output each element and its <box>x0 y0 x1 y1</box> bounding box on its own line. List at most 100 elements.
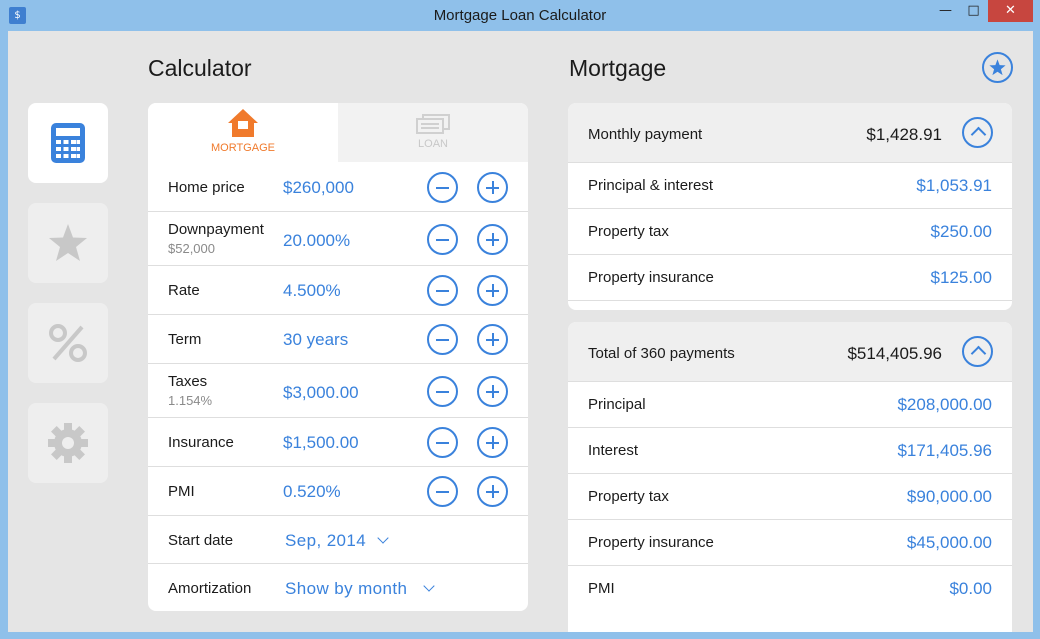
downpayment-row: Downpayment $52,000 20.000% <box>148 212 528 266</box>
star-icon <box>989 59 1006 76</box>
pmi-value[interactable]: 0.520% <box>283 482 341 502</box>
start-date-row: Start date Sep, 2014 <box>148 516 528 564</box>
home-price-row: Home price $260,000 <box>148 162 528 212</box>
sidebar-item-calculator[interactable] <box>28 103 108 183</box>
close-button[interactable]: ✕ <box>988 0 1033 22</box>
money-icon <box>416 114 450 134</box>
total-row-property-insurance: Property insurance $45,000.00 <box>568 520 1012 566</box>
term-decrease-button[interactable] <box>427 324 458 355</box>
sidebar-item-favorites[interactable] <box>28 203 108 283</box>
monthly-row-principal-interest: Principal & interest $1,053.91 <box>568 163 1012 209</box>
tab-loan[interactable]: LOAN <box>338 103 528 162</box>
taxes-row: Taxes 1.154% $3,000.00 <box>148 364 528 418</box>
minimize-button[interactable]: — <box>932 0 959 22</box>
total-row-interest: Interest $171,405.96 <box>568 428 1012 474</box>
calculator-heading: Calculator <box>148 55 252 81</box>
house-icon <box>228 109 258 137</box>
maximize-button[interactable]: □ <box>960 0 987 22</box>
row-value: $90,000.00 <box>906 487 992 506</box>
total-collapse-button[interactable] <box>962 336 993 367</box>
window-title: Mortgage Loan Calculator <box>433 7 607 24</box>
pmi-decrease-button[interactable] <box>427 476 458 507</box>
term-row: Term 30 years <box>148 315 528 364</box>
downpayment-decrease-button[interactable] <box>427 224 458 255</box>
mortgage-heading: Mortgage <box>569 55 667 81</box>
taxes-increase-button[interactable] <box>477 376 508 407</box>
tab-mortgage-label: MORTGAGE <box>211 142 275 154</box>
row-label: PMI <box>588 580 615 597</box>
home-price-decrease-button[interactable] <box>427 172 458 203</box>
total-row-principal: Principal $208,000.00 <box>568 382 1012 428</box>
pmi-label: PMI <box>168 483 195 500</box>
total-row-property-tax: Property tax $90,000.00 <box>568 474 1012 520</box>
monthly-payment-label: Monthly payment <box>588 126 703 143</box>
amortization-dropdown[interactable]: Show by month <box>285 579 407 599</box>
row-label: Property tax <box>588 223 669 240</box>
amortization-label: Amortization <box>168 580 252 597</box>
calculator-panel: MORTGAGE LOAN Home price $260,000 Downpa… <box>148 103 528 611</box>
row-label: Interest <box>588 442 639 459</box>
monthly-row-property-tax: Property tax $250.00 <box>568 209 1012 255</box>
downpayment-increase-button[interactable] <box>477 224 508 255</box>
percent-icon <box>49 324 87 362</box>
term-value[interactable]: 30 years <box>283 330 348 350</box>
pmi-increase-button[interactable] <box>477 476 508 507</box>
sidebar-item-rates[interactable] <box>28 303 108 383</box>
app-body: Calculator MORTGAGE LOAN Home price $260… <box>8 31 1033 632</box>
monthly-row-property-insurance: Property insurance $125.00 <box>568 255 1012 301</box>
insurance-value[interactable]: $1,500.00 <box>283 433 359 453</box>
row-value: $171,405.96 <box>897 441 992 460</box>
downpayment-value[interactable]: 20.000% <box>283 231 350 251</box>
rate-value[interactable]: 4.500% <box>283 281 341 301</box>
total-payments-label: Total of 360 payments <box>588 345 735 362</box>
total-payments-card: Total of 360 payments $514,405.96 Princi… <box>568 322 1012 632</box>
rate-increase-button[interactable] <box>477 275 508 306</box>
rate-decrease-button[interactable] <box>427 275 458 306</box>
monthly-collapse-button[interactable] <box>962 117 993 148</box>
pmi-row: PMI 0.520% <box>148 467 528 516</box>
row-value: $250.00 <box>930 222 992 241</box>
taxes-label: Taxes <box>168 373 208 390</box>
chevron-down-icon[interactable] <box>377 532 389 544</box>
amortization-row: Amortization Show by month <box>148 564 528 611</box>
row-label: Property insurance <box>588 269 714 286</box>
insurance-decrease-button[interactable] <box>427 427 458 458</box>
total-payments-header: Total of 360 payments $514,405.96 <box>568 322 1012 382</box>
insurance-increase-button[interactable] <box>477 427 508 458</box>
row-label: Principal <box>588 396 646 413</box>
add-favorite-button[interactable] <box>982 52 1013 83</box>
row-label: Property insurance <box>588 534 714 551</box>
rate-label: Rate <box>168 282 200 299</box>
insurance-row: Insurance $1,500.00 <box>148 418 528 467</box>
sidebar-item-settings[interactable] <box>28 403 108 483</box>
gear-icon <box>48 423 88 463</box>
rate-row: Rate 4.500% <box>148 266 528 315</box>
total-row-pmi: PMI $0.00 <box>568 566 1012 612</box>
term-label: Term <box>168 331 202 348</box>
chevron-down-icon[interactable] <box>423 580 435 592</box>
row-value: $125.00 <box>930 268 992 287</box>
calculator-icon <box>51 123 85 163</box>
term-increase-button[interactable] <box>477 324 508 355</box>
monthly-payment-total: $1,428.91 <box>866 125 942 144</box>
taxes-decrease-button[interactable] <box>427 376 458 407</box>
star-icon <box>49 224 87 261</box>
row-value: $1,053.91 <box>916 176 992 195</box>
home-price-value[interactable]: $260,000 <box>283 178 354 198</box>
start-date-label: Start date <box>168 532 234 549</box>
home-price-increase-button[interactable] <box>477 172 508 203</box>
monthly-payment-card: Monthly payment $1,428.91 Principal & in… <box>568 103 1012 310</box>
downpayment-amount: $52,000 <box>168 241 215 256</box>
insurance-label: Insurance <box>168 434 234 451</box>
row-value: $45,000.00 <box>906 533 992 552</box>
start-date-dropdown[interactable]: Sep, 2014 <box>285 531 366 551</box>
downpayment-label: Downpayment <box>168 221 264 238</box>
taxes-value[interactable]: $3,000.00 <box>283 383 359 403</box>
tab-loan-label: LOAN <box>418 138 448 150</box>
tab-mortgage[interactable]: MORTGAGE <box>148 103 338 162</box>
row-label: Property tax <box>588 488 669 505</box>
taxes-percent: 1.154% <box>168 393 213 408</box>
title-bar: $ Mortgage Loan Calculator — □ ✕ <box>0 0 1040 31</box>
monthly-payment-header: Monthly payment $1,428.91 <box>568 103 1012 163</box>
total-payments-total: $514,405.96 <box>847 344 942 363</box>
